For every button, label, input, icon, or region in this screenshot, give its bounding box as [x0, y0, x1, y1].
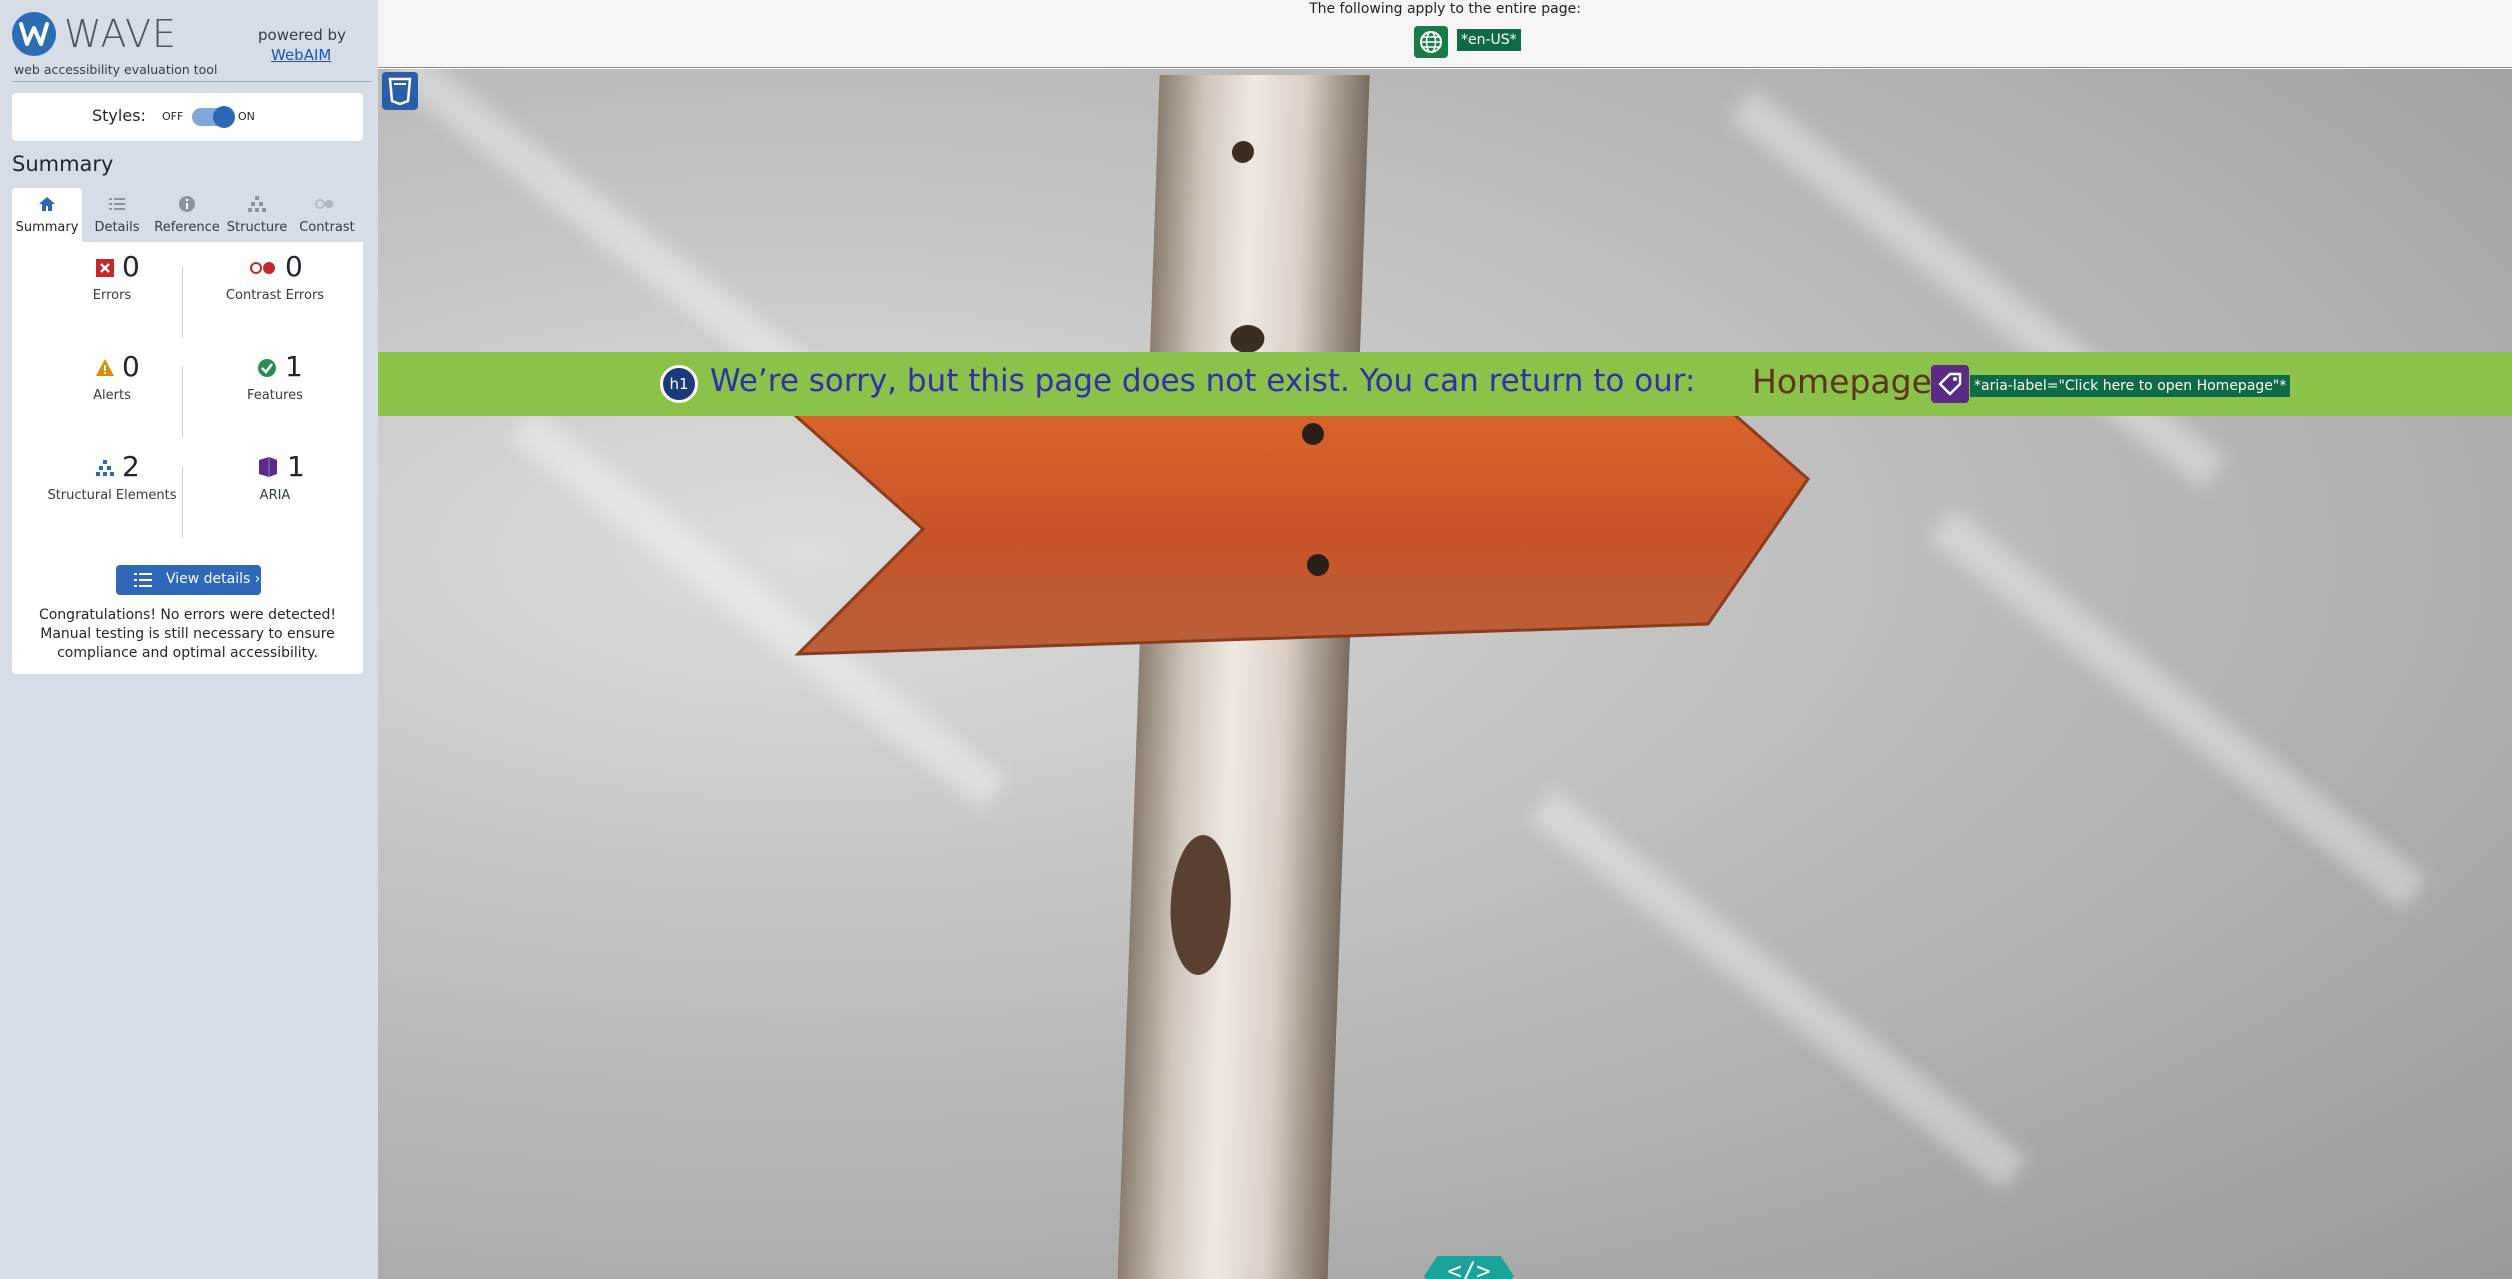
language-tag: *en-US* — [1457, 29, 1521, 51]
styles-toggle-switch[interactable] — [192, 106, 235, 128]
stat-features[interactable]: 1 Features — [195, 350, 355, 440]
tab-label: Contrast — [299, 220, 355, 235]
page-background-image — [378, 69, 2512, 1279]
stat-contrast-errors[interactable]: 0 Contrast Errors — [195, 250, 355, 340]
powered-by-text: powered by — [258, 26, 346, 44]
stat-count: 2 — [122, 450, 140, 483]
tab-summary[interactable]: Summary — [12, 188, 82, 242]
stat-divider — [182, 266, 183, 338]
alert-icon — [96, 359, 114, 376]
info-icon — [179, 196, 195, 212]
page-heading: We’re sorry, but this page does not exis… — [710, 363, 1696, 399]
stat-divider — [182, 366, 183, 438]
code-icon[interactable]: </> — [1424, 1256, 1514, 1279]
wave-logo-icon — [12, 12, 56, 56]
tab-label: Reference — [154, 220, 220, 235]
stat-label: Alerts — [93, 388, 131, 403]
stat-structural-elements[interactable]: 2 Structural Elements — [32, 450, 192, 540]
h1-heading-icon[interactable]: h1 — [660, 365, 698, 403]
tab-label: Summary — [15, 220, 79, 235]
error-icon — [96, 259, 114, 277]
toggle-knob — [213, 106, 235, 128]
tab-label: Details — [94, 220, 140, 235]
aria-label-tag: *aria-label="Click here to open Homepage… — [1970, 375, 2291, 397]
feature-icon — [258, 359, 276, 377]
stat-errors[interactable]: 0 Errors — [32, 250, 192, 340]
stat-label: Structural Elements — [47, 488, 177, 503]
tab-label: Structure — [226, 220, 288, 235]
tab-details[interactable]: Details — [82, 188, 152, 242]
structure-icon — [248, 196, 266, 212]
brand-divider — [12, 81, 372, 82]
homepage-link[interactable]: Homepage — [1752, 362, 1932, 401]
wave-sidebar: WAVE web accessibility evaluation tool p… — [0, 0, 378, 1279]
tab-contrast[interactable]: Contrast — [292, 188, 362, 242]
page-note: The following apply to the entire page: — [1309, 1, 1581, 17]
stat-count: 0 — [122, 250, 140, 283]
h1-notice-bar: h1 We’re sorry, but this page does not e… — [378, 352, 2512, 416]
stat-label: ARIA — [259, 488, 291, 503]
summary-panel: 0 Errors 0 Contrast Errors 0 Alerts 1 Fe… — [12, 242, 363, 674]
styles-toggle-card: Styles: OFF ON — [12, 93, 363, 141]
contrast-icon — [315, 199, 334, 209]
home-icon — [39, 197, 55, 211]
panel-title: Summary — [12, 152, 114, 176]
webaim-link[interactable]: WebAIM — [271, 46, 331, 64]
stat-divider — [182, 466, 183, 538]
stat-label: Errors — [92, 288, 132, 303]
tab-reference[interactable]: Reference — [152, 188, 222, 242]
list-icon — [134, 573, 152, 587]
structure-icon — [96, 460, 114, 476]
stat-label: Features — [247, 388, 303, 403]
aria-label-icon[interactable] — [1931, 365, 1969, 403]
arrow-sign — [784, 407, 1810, 656]
stat-aria[interactable]: 1 ARIA — [195, 450, 355, 540]
view-details-label: View details › — [166, 571, 261, 587]
stat-label: Contrast Errors — [225, 288, 325, 303]
contrast-error-icon — [250, 262, 275, 274]
tab-structure[interactable]: Structure — [222, 188, 292, 242]
stat-count: 1 — [285, 350, 303, 383]
stat-count: 1 — [287, 450, 305, 483]
stat-count: 0 — [285, 250, 303, 283]
panel-tabs: Summary Details Reference Structure Cont… — [12, 188, 363, 242]
css-icon[interactable] — [382, 72, 418, 110]
summary-message: Congratulations! No errors were detected… — [38, 607, 337, 661]
aria-icon — [259, 457, 277, 477]
view-details-button[interactable]: View details › — [116, 565, 261, 595]
styles-off-label: OFF — [162, 110, 184, 123]
page-level-annotations-bar: The following apply to the entire page: … — [378, 0, 2512, 68]
wave-brand: WAVE web accessibility evaluation tool p… — [12, 12, 372, 82]
brand-tagline: web accessibility evaluation tool — [14, 62, 218, 77]
list-icon — [109, 198, 125, 210]
styles-on-label: ON — [238, 110, 255, 123]
styles-label: Styles: — [92, 106, 146, 125]
stat-count: 0 — [122, 350, 140, 383]
stat-alerts[interactable]: 0 Alerts — [32, 350, 192, 440]
brand-name: WAVE — [64, 12, 178, 56]
language-icon[interactable] — [1414, 26, 1448, 58]
